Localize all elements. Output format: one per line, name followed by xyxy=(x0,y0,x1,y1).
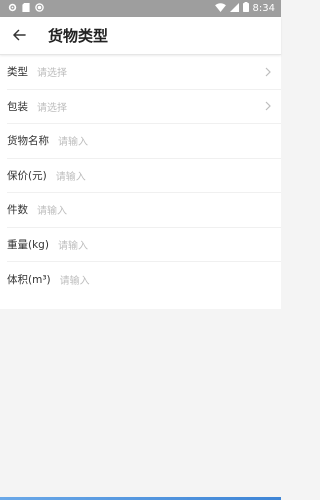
type-label: 类型 xyxy=(7,66,28,79)
quantity-row: 件数 请输入 xyxy=(7,193,281,228)
app-bar: 货物类型 xyxy=(0,17,281,55)
status-right: 8:34 xyxy=(214,2,275,15)
wifi-icon xyxy=(214,2,226,15)
signal-icon xyxy=(229,2,239,15)
type-row[interactable]: 类型 请选择 xyxy=(7,55,281,90)
weight-label: 重量(kg) xyxy=(7,238,49,251)
battery-icon xyxy=(242,2,249,15)
sim-card-icon xyxy=(22,2,30,15)
status-left xyxy=(8,2,44,15)
cargo-form: 类型 请选择 包装 请选择 货物名称 请输入 保价(元) 请输入 件数 请输入 xyxy=(0,55,281,309)
packaging-select[interactable]: 请选择 xyxy=(37,99,263,114)
insured-value-input[interactable]: 请输入 xyxy=(56,168,273,183)
insured-value-row: 保价(元) 请输入 xyxy=(7,159,281,193)
arrow-left-icon xyxy=(12,26,26,45)
chevron-right-icon xyxy=(263,101,273,111)
cargo-name-row: 货物名称 请输入 xyxy=(7,124,281,159)
weight-row: 重量(kg) 请输入 xyxy=(7,228,281,262)
volume-label: 体积(m³) xyxy=(7,273,51,286)
page-title: 货物类型 xyxy=(48,27,109,45)
volume-row: 体积(m³) 请输入 xyxy=(7,262,281,297)
chevron-right-icon xyxy=(263,67,273,77)
packaging-label: 包装 xyxy=(7,100,28,113)
circle-icon xyxy=(35,2,44,15)
weight-input[interactable]: 请输入 xyxy=(58,237,273,252)
quantity-input[interactable]: 请输入 xyxy=(37,202,273,217)
type-select[interactable]: 请选择 xyxy=(37,64,263,79)
gear-icon xyxy=(8,3,17,15)
cargo-name-label: 货物名称 xyxy=(7,135,49,148)
screen: 8:34 货物类型 类型 请选择 包装 请选择 货物名称 请输入 保价(元) 请… xyxy=(0,0,281,500)
packaging-row[interactable]: 包装 请选择 xyxy=(7,90,281,124)
volume-input[interactable]: 请输入 xyxy=(60,272,273,287)
status-bar: 8:34 xyxy=(0,0,281,17)
quantity-label: 件数 xyxy=(7,204,28,217)
cargo-name-input[interactable]: 请输入 xyxy=(58,133,273,148)
status-time: 8:34 xyxy=(252,3,275,14)
insured-value-label: 保价(元) xyxy=(7,169,47,182)
back-button[interactable] xyxy=(0,17,38,55)
